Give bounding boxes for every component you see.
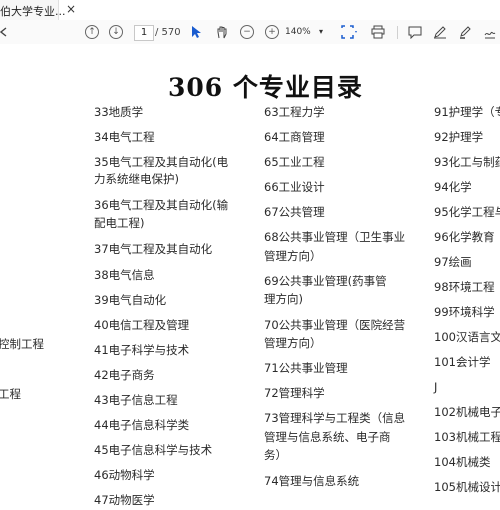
- highlight-icon[interactable]: [457, 20, 473, 44]
- major-entry: 102机械电子: [434, 405, 500, 419]
- major-entry: 97绘画: [434, 255, 472, 269]
- pen-icon[interactable]: [432, 20, 448, 44]
- comment-icon[interactable]: [407, 20, 423, 44]
- major-entry: 65工业工程: [264, 155, 325, 169]
- hand-tool-icon[interactable]: [214, 20, 230, 44]
- major-entry: 47动物医学: [94, 493, 155, 507]
- major-entry: 45电子信息科学与技术: [94, 443, 213, 457]
- major-entry: 39电气自动化: [94, 293, 167, 307]
- major-entry: 42电子商务: [94, 368, 155, 382]
- major-entry: 控制工程: [0, 337, 44, 351]
- major-entry: 64工商管理: [264, 130, 325, 144]
- major-entry: 管理方向）: [264, 249, 322, 263]
- major-entry: 103机械工程: [434, 430, 500, 444]
- zoom-out-icon[interactable]: −: [239, 20, 255, 44]
- major-entry: 36电气工程及其自动化(输: [94, 198, 229, 212]
- page-total: / 570: [155, 27, 181, 38]
- major-entry: 74管理与信息系统: [264, 474, 360, 488]
- select-cursor-icon[interactable]: [188, 20, 204, 44]
- print-icon[interactable]: [369, 20, 387, 44]
- major-entry: 41电子科学与技术: [94, 343, 190, 357]
- major-entry: 工程: [0, 387, 21, 401]
- major-entry: 92护理学: [434, 130, 484, 144]
- major-entry: 91护理学（专: [434, 105, 500, 119]
- major-entry: 40电信工程及管理: [94, 318, 190, 332]
- sign-icon[interactable]: [482, 20, 498, 44]
- zoom-value: 140%: [285, 27, 311, 37]
- tab-close-icon[interactable]: ×: [66, 2, 76, 16]
- major-entry: 70公共事业管理（医院经营: [264, 318, 406, 332]
- toolbar-separator: [397, 26, 398, 39]
- major-entry: 95化学工程与: [434, 205, 500, 219]
- page-number-input[interactable]: 1: [134, 25, 154, 41]
- major-entry: 46动物科学: [94, 468, 155, 482]
- major-entry: 98环境工程: [434, 280, 495, 294]
- major-entry: 34电气工程: [94, 130, 155, 144]
- page-heading: 306 个专业目录: [168, 73, 363, 102]
- major-entry: 99环境科学: [434, 305, 495, 319]
- major-entry: 管理方向）: [264, 336, 322, 350]
- major-entry: 69公共事业管理(药事管: [264, 274, 387, 288]
- major-entry: 100汉语言文: [434, 330, 500, 344]
- back-icon[interactable]: [0, 20, 8, 44]
- major-entry: 94化学: [434, 180, 472, 194]
- pdf-page: [0, 44, 500, 500]
- major-entry: 68公共事业管理（卫生事业: [264, 230, 406, 244]
- major-entry: 104机械类: [434, 455, 491, 469]
- major-entry: 43电子信息工程: [94, 393, 178, 407]
- major-entry: 38电气信息: [94, 268, 155, 282]
- major-entry: 37电气工程及其自动化: [94, 242, 213, 256]
- major-entry: 理方向): [264, 292, 303, 306]
- major-entry: 101会计学: [434, 355, 491, 369]
- major-entry: 管理与信息系统、电子商: [264, 430, 391, 444]
- chevron-down-icon: ▾: [319, 27, 324, 36]
- major-entry: 72管理科学: [264, 386, 325, 400]
- major-entry: 66工业设计: [264, 180, 325, 194]
- document-tab[interactable]: 伯大学专业...: [0, 0, 66, 20]
- tab-title: 伯大学专业...: [0, 5, 66, 18]
- major-entry: 105机械设计: [434, 480, 500, 494]
- major-entry: 配电工程): [94, 216, 145, 230]
- major-entry: 33地质学: [94, 105, 144, 119]
- major-entry: 44电子信息科学类: [94, 418, 190, 432]
- major-entry: 67公共管理: [264, 205, 325, 219]
- next-page-icon[interactable]: ↓: [108, 20, 124, 44]
- previous-page-icon[interactable]: ↑: [84, 20, 100, 44]
- major-entry: 93化工与制药: [434, 155, 500, 169]
- major-entry: 力系统继电保护): [94, 172, 179, 186]
- zoom-select[interactable]: 140% ▾: [285, 25, 329, 39]
- fit-page-icon[interactable]: [338, 20, 360, 44]
- major-entry: 63工程力学: [264, 105, 325, 119]
- zoom-in-icon[interactable]: +: [264, 20, 280, 44]
- major-entry: J: [434, 380, 438, 394]
- major-entry: 71公共事业管理: [264, 361, 348, 375]
- major-entry: 73管理科学与工程类（信息: [264, 411, 406, 425]
- major-entry: 务）: [264, 448, 287, 462]
- major-entry: 96化学教育: [434, 230, 495, 244]
- title-bar: 伯大学专业... ×: [0, 0, 500, 21]
